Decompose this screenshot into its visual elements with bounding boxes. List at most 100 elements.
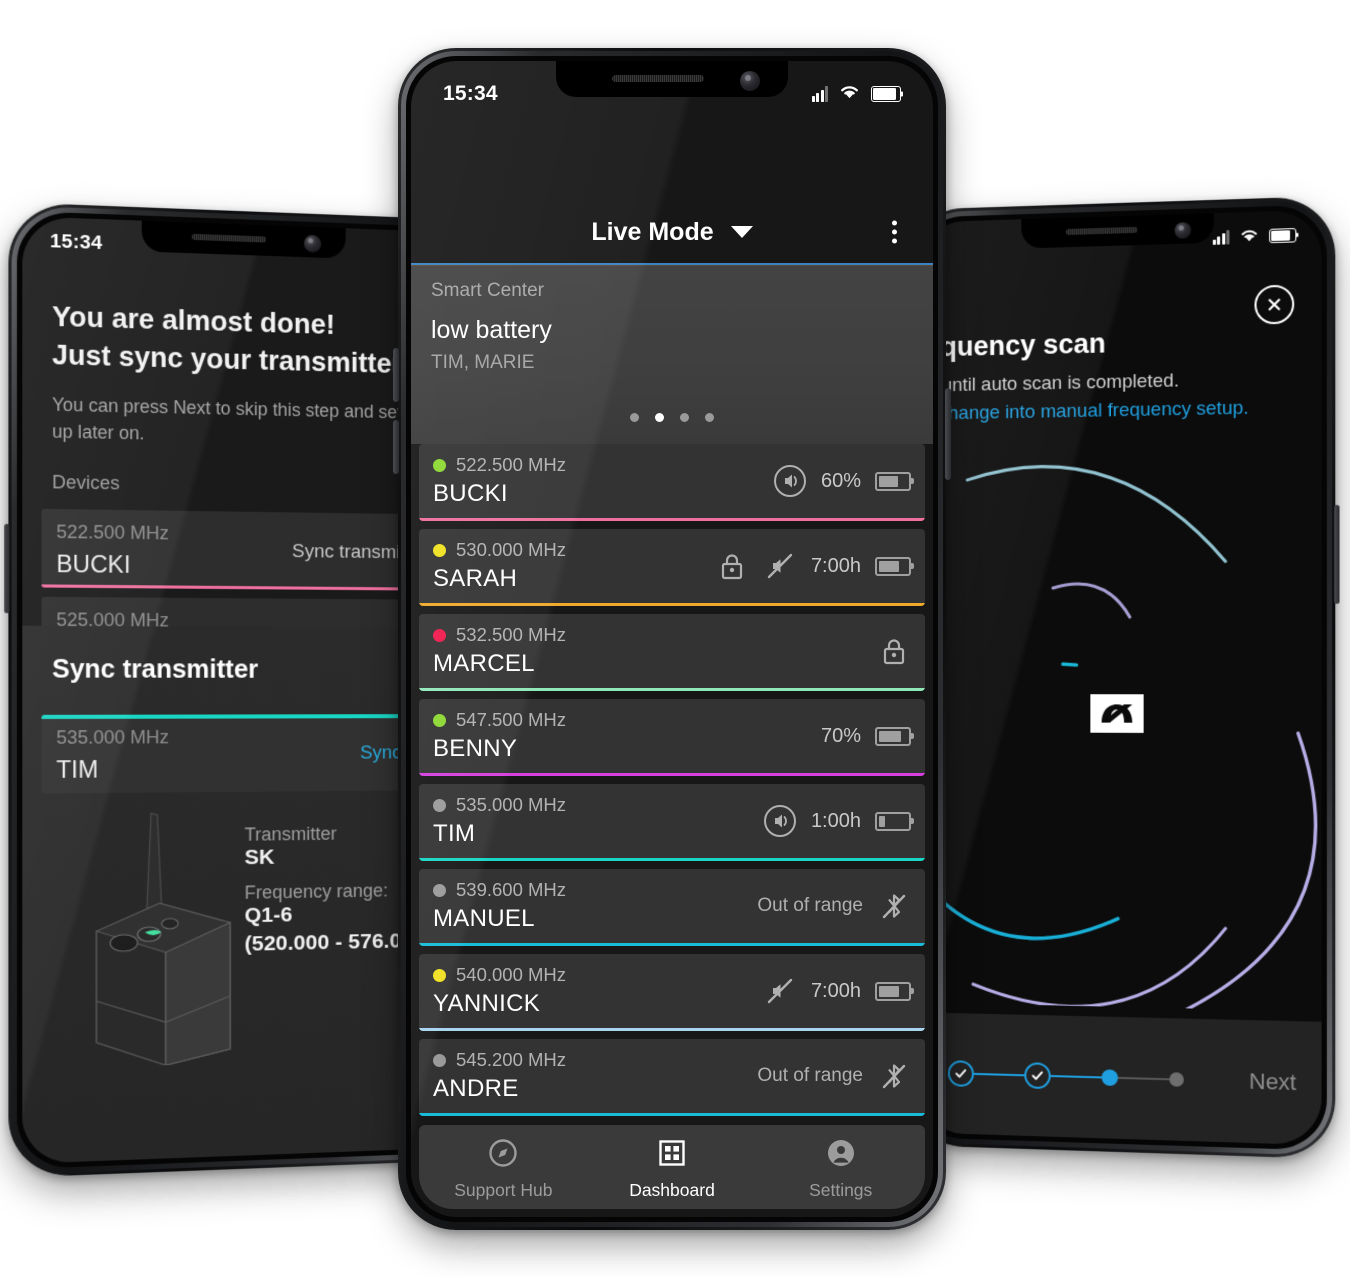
grid-icon <box>657 1138 687 1173</box>
left-row-frequency: 522.500 MHz <box>56 521 169 544</box>
device-name: MANUEL <box>433 905 535 932</box>
sheet-title: Sync transmitter <box>52 654 259 684</box>
device-accent-bar <box>419 773 925 776</box>
table-row[interactable]: 530.000 MHz SARAH 7:00h <box>419 529 925 606</box>
device-frequency: 540.000 MHz <box>456 964 567 985</box>
device-battery-value: 70% <box>820 724 861 747</box>
device-list[interactable]: 522.500 MHz BUCKI 60% 530.000 MHz SARAH 7:00h… <box>411 444 933 1125</box>
step-4-pending-dot <box>1169 1072 1184 1087</box>
table-row[interactable]: 540.000 MHz YANNICK 7:00h <box>419 954 925 1031</box>
device-identity: 540.000 MHz YANNICK <box>433 964 566 1018</box>
page-dot[interactable] <box>705 413 714 422</box>
step-connector-3 <box>1117 1076 1170 1081</box>
speaker-icon[interactable] <box>773 464 807 498</box>
table-row[interactable]: 547.500 MHz BENNY 70% <box>419 699 925 776</box>
center-volume-up-button[interactable] <box>393 348 399 402</box>
bottom-tab-bar[interactable]: Support Hub Dashboard Settings <box>419 1125 925 1209</box>
left-volume-button[interactable] <box>4 523 10 614</box>
battery-icon <box>1269 228 1297 244</box>
smart-center-headline: low battery <box>431 316 552 344</box>
battery-icon <box>875 471 911 491</box>
speaker-icon[interactable] <box>763 804 797 838</box>
step-1-complete-icon <box>947 1060 974 1087</box>
device-status-group: 7:00h <box>763 954 911 1028</box>
status-indicator-dot <box>433 713 446 727</box>
device-frequency: 547.500 MHz <box>456 709 567 730</box>
center-status-bar: 15:34 <box>411 79 933 109</box>
device-frequency-line: 547.500 MHz <box>433 709 566 731</box>
out-of-range-label: Out of range <box>757 1065 863 1086</box>
lock-icon[interactable] <box>715 549 749 583</box>
center-top-bar: Live Mode <box>411 201 933 263</box>
device-name: TIM <box>433 820 476 847</box>
page-dot[interactable] <box>630 413 639 422</box>
cellular-signal-icon <box>811 86 828 102</box>
left-row-accent-bar <box>41 584 442 591</box>
close-icon[interactable] <box>1254 284 1295 325</box>
device-status-group: Out of range <box>757 1039 911 1113</box>
center-power-button[interactable] <box>945 388 951 480</box>
mute-icon[interactable] <box>763 549 797 583</box>
right-status-icons <box>1212 224 1297 248</box>
device-battery-value: 7:00h <box>810 979 861 1002</box>
list-item[interactable]: 522.500 MHz BUCKI Sync transmitter <box>41 508 442 591</box>
chevron-down-icon[interactable] <box>730 226 753 238</box>
device-status-group: Out of range <box>757 869 911 943</box>
table-row[interactable]: 545.200 MHz ANDRE Out of range <box>419 1039 925 1116</box>
center-status-icons <box>811 82 901 106</box>
right-phone-screen: frequency scan wait until auto scan is c… <box>917 209 1322 1146</box>
device-battery-value: 60% <box>820 469 861 492</box>
device-frequency: 539.600 MHz <box>456 879 567 900</box>
device-accent-bar <box>419 1113 925 1116</box>
next-button[interactable]: Next <box>1249 1068 1296 1096</box>
device-frequency-line: 532.500 MHz <box>433 624 566 646</box>
tab-dashboard[interactable]: Dashboard <box>588 1125 757 1209</box>
device-frequency-line: 540.000 MHz <box>433 964 566 986</box>
device-name: YANNICK <box>433 990 541 1017</box>
right-power-button[interactable] <box>1334 504 1340 604</box>
battery-icon <box>875 811 911 831</box>
sheet-row-accent-bar <box>41 714 442 719</box>
status-indicator-dot <box>433 1053 446 1067</box>
device-accent-bar <box>419 688 925 691</box>
smart-center-subline: TIM, MARIE <box>431 352 535 373</box>
table-row[interactable]: 532.500 MHz MARCEL <box>419 614 925 691</box>
center-volume-down-button[interactable] <box>393 420 399 474</box>
status-indicator-dot <box>433 543 446 557</box>
table-row[interactable]: 522.500 MHz BUCKI 60% <box>419 444 925 521</box>
device-frequency-line: 522.500 MHz <box>433 454 566 476</box>
right-phone-device: frequency scan wait until auto scan is c… <box>905 195 1340 1160</box>
table-row[interactable]: 539.600 MHz MANUEL Out of range <box>419 869 925 946</box>
sheet-device-row[interactable]: 535.000 MHz TIM Synced! <box>41 714 442 794</box>
kebab-menu-icon[interactable] <box>892 220 897 244</box>
device-battery-value: 1:00h <box>810 809 861 832</box>
status-indicator-dot <box>433 458 446 472</box>
smart-center-card[interactable]: Smart Center low battery TIM, MARIE <box>411 266 933 444</box>
bluetooth-off-icon[interactable] <box>877 889 911 923</box>
device-battery-value: 7:00h <box>810 554 861 577</box>
tab-support-hub[interactable]: Support Hub <box>419 1125 588 1209</box>
out-of-range-label: Out of range <box>757 895 863 916</box>
step-3-current-dot <box>1101 1069 1118 1087</box>
mute-icon[interactable] <box>763 974 797 1008</box>
lock-icon[interactable] <box>877 634 911 668</box>
device-accent-bar <box>419 518 925 521</box>
sync-transmitter-sheet: Sync transmitter 535.000 MHz TIM Synced! <box>22 625 460 1164</box>
right-footer: Next <box>917 1012 1322 1146</box>
device-status-group <box>877 614 911 688</box>
page-dot-active[interactable] <box>655 413 664 422</box>
tab-label: Dashboard <box>629 1179 715 1200</box>
page-dot[interactable] <box>680 413 689 422</box>
cellular-signal-icon <box>1212 230 1230 245</box>
device-accent-bar <box>419 603 925 606</box>
wifi-icon <box>838 82 861 106</box>
tab-settings[interactable]: Settings <box>756 1125 925 1209</box>
bluetooth-off-icon[interactable] <box>877 1059 911 1093</box>
device-status-group: 7:00h <box>715 529 911 603</box>
setup-stepper <box>947 1060 1184 1093</box>
right-paragraph-line1: wait until auto scan is completed. <box>917 369 1180 397</box>
table-row[interactable]: 535.000 MHz TIM 1:00h <box>419 784 925 861</box>
sennheiser-logo <box>1090 693 1144 733</box>
device-identity: 539.600 MHz MANUEL <box>433 879 566 933</box>
carousel-page-dots[interactable] <box>411 413 933 422</box>
